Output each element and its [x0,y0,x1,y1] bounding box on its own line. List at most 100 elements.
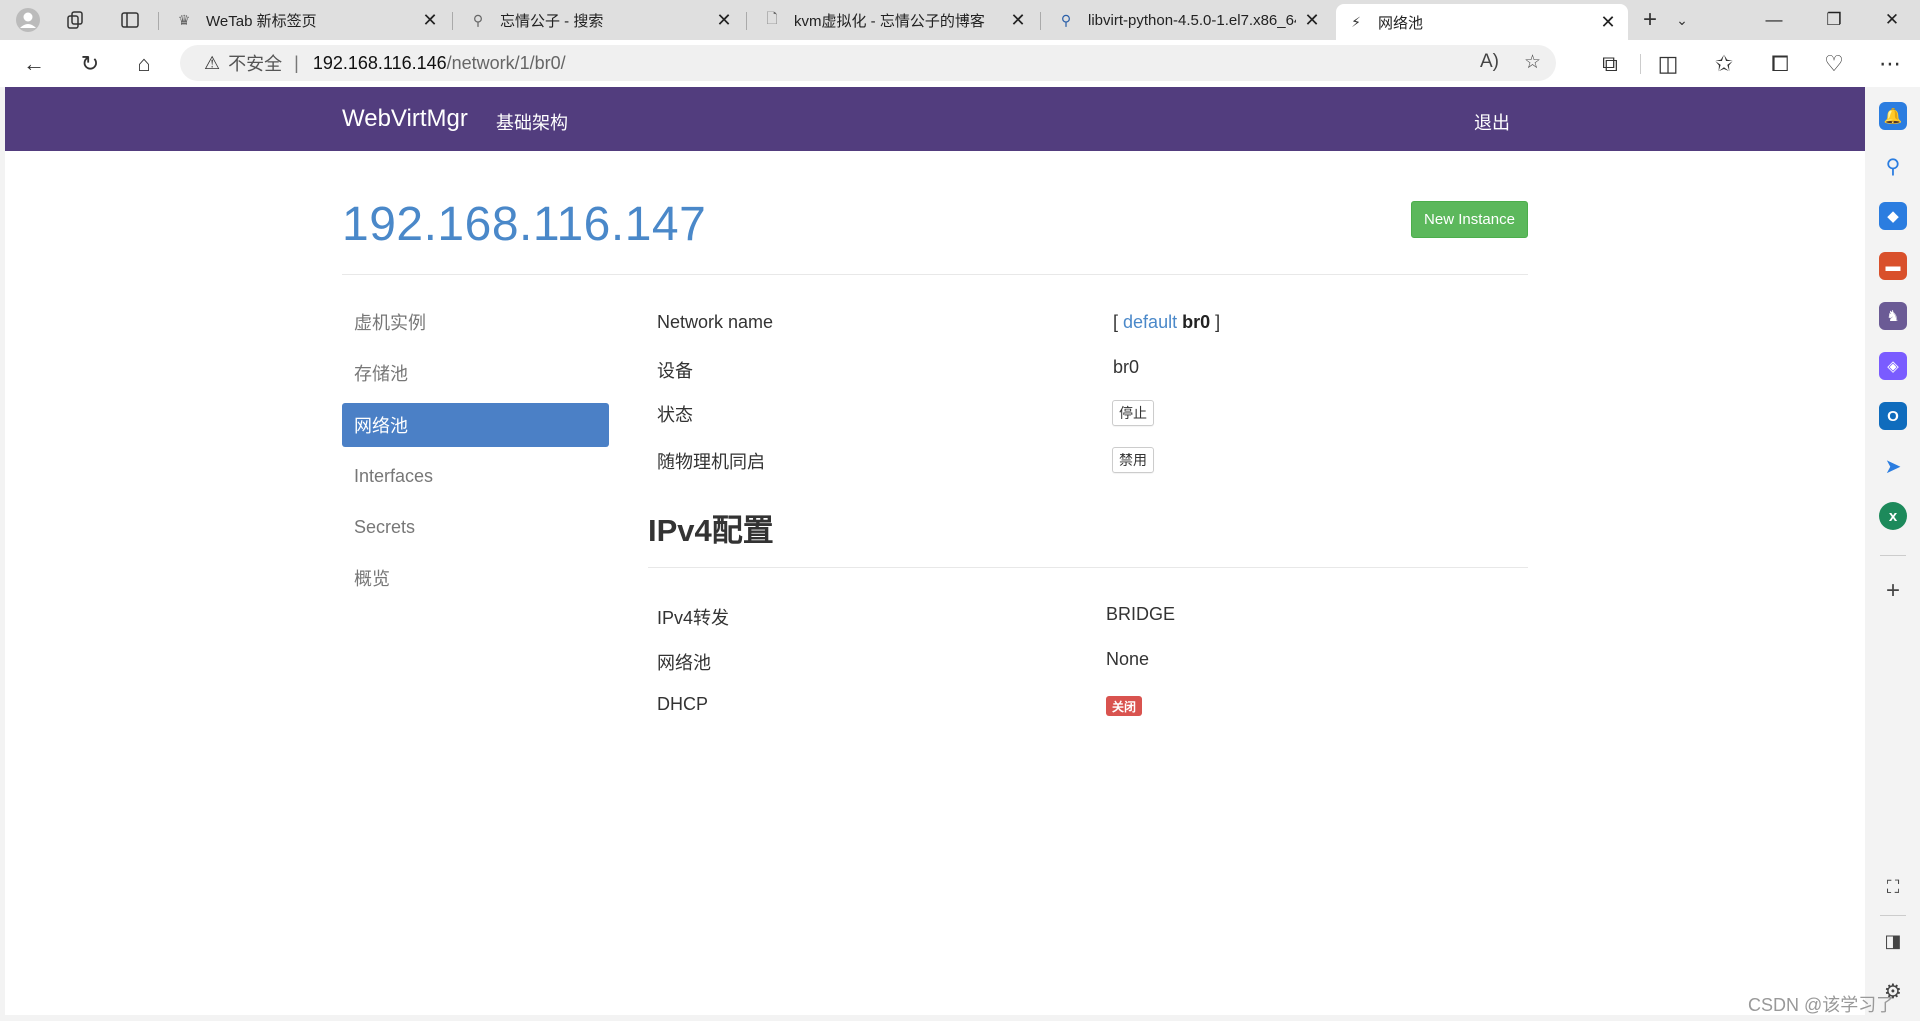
games-icon[interactable]: ♞ [1879,302,1907,330]
read-aloud-icon[interactable]: A) [1480,51,1499,73]
state-label: 状态 [657,405,693,425]
page-viewport: WebVirtMgr 基础架构 退出 192.168.116.147 New I… [5,87,1865,1015]
close-tab-icon[interactable]: ✕ [1598,12,1618,33]
webvirtmgr-favicon-icon: ⚡ [1351,13,1361,30]
tab-title: kvm虚拟化 - 忘情公子的博客 [794,12,985,30]
title-divider [342,274,1528,275]
browser-tabstrip: ♛ WeTab 新标签页 ✕ ⚲ 忘情公子 - 搜索 ✕ 🗋 kvm虚拟化 - … [0,0,1920,40]
url-host: 192.168.116.146 [312,52,447,73]
brand-link[interactable]: WebVirtMgr [342,105,468,133]
hide-sidebar-icon[interactable]: ◨ [1879,927,1907,955]
ipv4-forward-value: BRIDGE [1106,604,1176,624]
close-tab-icon[interactable]: ✕ [1302,10,1322,31]
menu-item-secrets[interactable]: Secrets [342,505,609,549]
new-tab-icon[interactable]: + [1636,6,1664,34]
tab-separator [746,12,747,30]
tab-title: WeTab 新标签页 [206,12,317,30]
profile-icon[interactable] [14,6,42,34]
default-network-link[interactable]: default [1123,312,1177,332]
bracket-close: ] [1215,312,1221,332]
nav-logout-link[interactable]: 退出 [1474,109,1510,135]
network-name-value: [ default br0 ] [1113,312,1220,333]
tab-search[interactable]: ⚲ 忘情公子 - 搜索 ✕ [458,4,744,36]
network-name-label: Network name [657,312,774,332]
menu-item-instances[interactable]: 虚机实例 [342,300,609,344]
ipv4-heading: IPv4配置 [648,513,774,548]
ipv4-pool-label: 网络池 [657,653,711,673]
menu-item-storage[interactable]: 存储池 [342,351,609,395]
browser-sidebar: 🔔 ⚲ ◆ ▬ ♞ ◈ O ➤ x + ⛶ ◨ ⚙ [1866,87,1920,1021]
menu-item-interfaces[interactable]: Interfaces [342,454,609,498]
favorites-icon[interactable]: ✩ [1708,48,1740,80]
screenshot-icon[interactable]: ⛶ [1879,873,1907,901]
tab-libvirt[interactable]: ⚲ libvirt-python-4.5.0-1.el7.x86_64 ✕ [1046,4,1332,36]
favorite-star-icon[interactable]: ☆ [1524,51,1541,74]
bell-icon[interactable]: 🔔 [1879,102,1907,130]
close-tab-icon[interactable]: ✕ [1008,10,1028,31]
browser-toolbar: ← ↻ ⌂ ⚠ 不安全 | 192.168.116.146 /network/1… [0,40,1920,87]
split-screen-icon[interactable]: ◫ [1652,48,1684,80]
dhcp-status-badge: 关闭 [1106,696,1143,716]
warning-icon: ⚠ [204,52,221,73]
refresh-icon[interactable]: ↻ [74,48,106,80]
workspaces-icon[interactable] [62,6,90,34]
csdn-watermark: CSDN @该学习了 [1748,995,1895,1015]
add-icon[interactable]: + [1879,577,1907,605]
url-path: /network/1/br0/ [446,52,566,73]
current-network-name: br0 [1182,312,1211,332]
close-window-icon[interactable]: ✕ [1864,0,1920,40]
device-label: 设备 [657,361,693,381]
page-title: 192.168.116.147 [342,198,707,251]
bracket-open: [ [1113,312,1119,332]
extensions-icon[interactable]: ⧉ [1594,48,1626,80]
restore-icon[interactable]: ❐ [1806,0,1862,40]
minimize-icon[interactable]: — [1746,0,1802,40]
shopping-tag-icon[interactable]: ◆ [1879,202,1907,230]
tab-title: 网络池 [1378,14,1424,32]
outlook-icon[interactable]: O [1879,402,1907,430]
ipv4-divider [648,567,1528,568]
back-arrow-icon[interactable]: ← [18,48,50,80]
tab-separator [452,12,453,30]
excel-icon[interactable]: x [1879,502,1907,530]
menu-item-overview[interactable]: 概览 [342,556,609,600]
app-navbar: WebVirtMgr 基础架构 退出 [5,87,1865,151]
tab-title: 忘情公子 - 搜索 [500,12,604,30]
device-value: br0 [1113,357,1140,377]
collections-icon[interactable]: ⧠ [1764,48,1796,80]
tab-separator [1040,12,1041,30]
sidebar-separator [1880,915,1906,916]
tab-separator [158,12,159,30]
tools-icon[interactable]: ▬ [1879,252,1907,280]
address-bar[interactable]: ⚠ 不安全 | 192.168.116.146 /network/1/br0/ … [180,45,1556,81]
home-icon[interactable]: ⌂ [128,48,160,80]
close-tab-icon[interactable]: ✕ [420,10,440,31]
search-icon: ⚲ [1060,11,1072,28]
more-options-icon[interactable]: ⋯ [1874,48,1906,80]
tab-title: libvirt-python-4.5.0-1.el7.x86_64 [1088,11,1296,29]
new-instance-button[interactable]: New Instance [1411,201,1528,238]
tab-wetab[interactable]: ♛ WeTab 新标签页 ✕ [164,4,450,36]
tab-blog[interactable]: 🗋 kvm虚拟化 - 忘情公子的博客 ✕ [752,4,1038,36]
send-icon[interactable]: ➤ [1879,452,1907,480]
autostart-label: 随物理机同启 [657,452,765,472]
close-tab-icon[interactable]: ✕ [714,10,734,31]
tab-actions-icon[interactable] [116,6,144,34]
address-divider: | [294,52,299,73]
search-icon: ⚲ [472,11,484,28]
dhcp-label: DHCP [657,694,709,714]
nav-infrastructure-link[interactable]: 基础架构 [496,109,568,135]
wetab-icon: ♛ [177,11,191,28]
tab-network-pool[interactable]: ⚡ 网络池 ✕ [1336,4,1628,40]
browser-essentials-icon[interactable]: ♡ [1818,48,1850,80]
stop-button[interactable]: 停止 [1112,400,1154,426]
copilot-icon[interactable]: ◈ [1879,352,1907,380]
search-icon[interactable]: ⚲ [1879,152,1907,180]
ipv4-pool-value: None [1106,649,1150,669]
toolbar-separator [1640,54,1641,74]
security-label: 不安全 [228,54,283,74]
menu-item-networks[interactable]: 网络池 [342,403,609,447]
disable-autostart-button[interactable]: 禁用 [1112,447,1154,473]
tab-list-chevron-down-icon[interactable]: ⌄ [1668,6,1696,34]
sidebar-separator [1880,555,1906,556]
